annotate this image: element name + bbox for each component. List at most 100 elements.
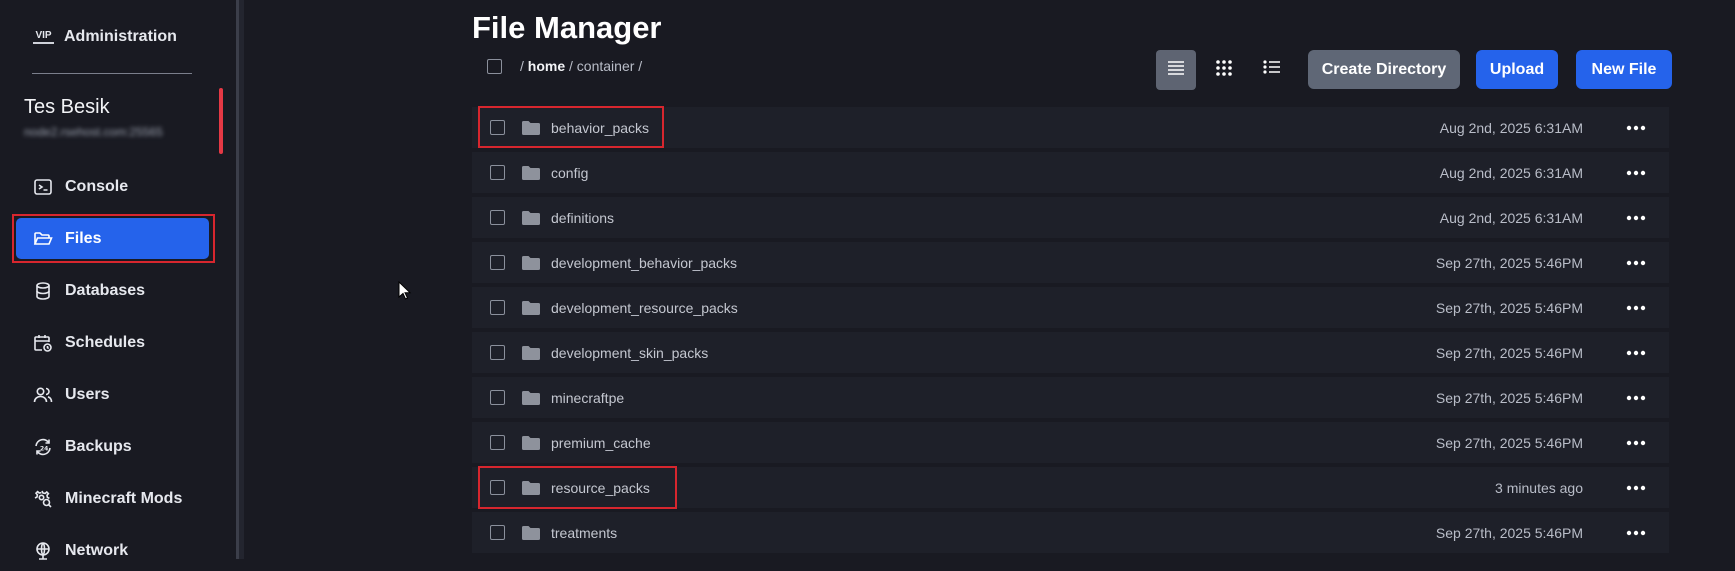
file-select-checkbox[interactable]: [490, 390, 505, 405]
grid-view-toggle[interactable]: [1204, 50, 1244, 90]
file-row[interactable]: resource_packs 3 minutes ago: [472, 467, 1669, 508]
folder-icon: [521, 390, 541, 406]
file-row[interactable]: development_behavior_packs Sep 27th, 2025…: [472, 242, 1669, 283]
list-view-toggle[interactable]: [1156, 50, 1196, 90]
file-row[interactable]: minecraftpe Sep 27th, 2025 5:46PM: [472, 377, 1669, 418]
folder-icon: [521, 255, 541, 271]
file-select-checkbox[interactable]: [490, 345, 505, 360]
file-modified-date: Sep 27th, 2025 5:46PM: [1435, 389, 1583, 406]
breadcrumb-home-link[interactable]: home: [528, 58, 565, 74]
sidebar-item-backups[interactable]: 24 Backups: [16, 426, 209, 467]
file-name[interactable]: development_skin_packs: [551, 345, 708, 361]
file-select-checkbox[interactable]: [490, 480, 505, 495]
nav-administration[interactable]: VIP Administration: [33, 28, 177, 46]
sidebar-item-minecraft-mods[interactable]: Minecraft Mods: [16, 478, 209, 519]
file-row[interactable]: config Aug 2nd, 2025 6:31AM: [472, 152, 1669, 193]
file-actions-button[interactable]: [1619, 159, 1653, 187]
sidebar-item-console[interactable]: Console: [16, 166, 209, 207]
file-row[interactable]: treatments Sep 27th, 2025 5:46PM: [472, 512, 1669, 553]
grid-dots-icon: [1213, 57, 1235, 84]
file-modified-date: Aug 2nd, 2025 6:31AM: [1439, 209, 1583, 226]
more-horizontal-icon: [1626, 440, 1646, 445]
file-select-checkbox[interactable]: [490, 255, 505, 270]
file-row[interactable]: definitions Aug 2nd, 2025 6:31AM: [472, 197, 1669, 238]
breadcrumb-current[interactable]: container: [577, 58, 635, 74]
backup-24-icon: 24: [33, 437, 53, 457]
sidebar-item-network[interactable]: Network: [16, 530, 209, 571]
file-select-checkbox[interactable]: [490, 435, 505, 450]
file-select-checkbox[interactable]: [490, 525, 505, 540]
mouse-cursor-icon: [398, 281, 412, 300]
file-actions-button[interactable]: [1619, 429, 1653, 457]
server-name: Tes Besik: [24, 96, 110, 118]
file-list: behavior_packs Aug 2nd, 2025 6:31AM config…: [472, 107, 1669, 557]
file-select-checkbox[interactable]: [490, 300, 505, 315]
file-row[interactable]: development_skin_packs Sep 27th, 2025 5:4…: [472, 332, 1669, 373]
file-actions-button[interactable]: [1619, 114, 1653, 142]
file-modified-date: 3 minutes ago: [1495, 479, 1583, 496]
file-modified-date: Aug 2nd, 2025 6:31AM: [1439, 164, 1583, 181]
sidebar-item-label: Minecraft Mods: [65, 489, 183, 507]
sidebar-item-schedules[interactable]: Schedules: [16, 322, 209, 363]
folder-icon: [521, 345, 541, 361]
file-select-checkbox[interactable]: [490, 210, 505, 225]
globe-icon: [33, 541, 53, 561]
sidebar-item-users[interactable]: Users: [16, 374, 209, 415]
file-name[interactable]: definitions: [551, 210, 614, 226]
file-row[interactable]: premium_cache Sep 27th, 2025 5:46PM: [472, 422, 1669, 463]
folder-icon: [521, 480, 541, 496]
file-name[interactable]: development_behavior_packs: [551, 255, 737, 271]
file-actions-button[interactable]: [1619, 384, 1653, 412]
breadcrumb-separator: /: [638, 58, 643, 74]
sidebar-divider: [32, 73, 192, 74]
create-directory-button[interactable]: Create Directory: [1308, 50, 1460, 89]
sidebar-item-files[interactable]: Files: [16, 218, 209, 259]
file-row[interactable]: development_resource_packs Sep 27th, 2025…: [472, 287, 1669, 328]
file-actions-button[interactable]: [1619, 294, 1653, 322]
gear-search-icon: [33, 489, 53, 509]
sidebar-item-databases[interactable]: Databases: [16, 270, 209, 311]
compact-view-toggle[interactable]: [1252, 50, 1292, 90]
sidebar-item-label: Users: [65, 385, 110, 403]
file-select-checkbox[interactable]: [490, 165, 505, 180]
sidebar-item-label: Backups: [65, 437, 132, 455]
file-actions-button[interactable]: [1619, 249, 1653, 277]
sidebar-item-label: Console: [65, 177, 129, 195]
new-file-button[interactable]: New File: [1576, 50, 1672, 89]
folder-icon: [521, 435, 541, 451]
file-name[interactable]: premium_cache: [551, 435, 651, 451]
file-name[interactable]: behavior_packs: [551, 120, 649, 136]
file-row[interactable]: behavior_packs Aug 2nd, 2025 6:31AM: [472, 107, 1669, 148]
upload-button[interactable]: Upload: [1476, 50, 1558, 89]
more-horizontal-icon: [1626, 395, 1646, 400]
users-icon: [33, 385, 53, 405]
file-modified-date: Sep 27th, 2025 5:46PM: [1435, 344, 1583, 361]
list-lines-icon: [1165, 57, 1187, 84]
file-modified-date: Sep 27th, 2025 5:46PM: [1435, 254, 1583, 271]
folder-icon: [521, 210, 541, 226]
more-horizontal-icon: [1626, 125, 1646, 130]
file-name[interactable]: minecraftpe: [551, 390, 624, 406]
file-actions-button[interactable]: [1619, 519, 1653, 547]
file-actions-button[interactable]: [1619, 204, 1653, 232]
file-actions-button[interactable]: [1619, 474, 1653, 502]
file-select-checkbox[interactable]: [490, 120, 505, 135]
file-name[interactable]: config: [551, 165, 588, 181]
more-horizontal-icon: [1626, 485, 1646, 490]
file-name[interactable]: development_resource_packs: [551, 300, 738, 316]
file-name[interactable]: treatments: [551, 525, 617, 541]
more-horizontal-icon: [1626, 530, 1646, 535]
file-modified-date: Sep 27th, 2025 5:46PM: [1435, 434, 1583, 451]
nav-administration-label: Administration: [64, 28, 177, 45]
sidebar-border: [236, 0, 244, 559]
select-all-checkbox[interactable]: [487, 58, 502, 74]
more-horizontal-icon: [1626, 170, 1646, 175]
folder-open-icon: [33, 229, 53, 249]
file-actions-button[interactable]: [1619, 339, 1653, 367]
breadcrumb-separator: /: [520, 58, 524, 74]
more-horizontal-icon: [1626, 215, 1646, 220]
folder-icon: [521, 300, 541, 316]
file-name[interactable]: resource_packs: [551, 480, 650, 496]
more-horizontal-icon: [1626, 350, 1646, 355]
bullet-list-icon: [1261, 57, 1283, 84]
